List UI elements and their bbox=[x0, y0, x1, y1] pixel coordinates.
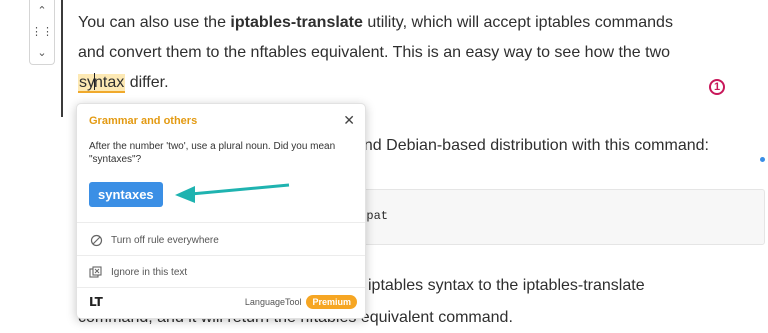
paragraph-text: differ. bbox=[125, 74, 169, 91]
paragraph-text: and convert them to the nftables equival… bbox=[78, 44, 671, 61]
turn-off-rule-button[interactable]: Turn off rule everywhere bbox=[89, 233, 219, 247]
ignore-in-text-button[interactable]: Ignore in this text bbox=[89, 265, 187, 279]
block-icon bbox=[89, 233, 103, 247]
arrow-annotation-icon bbox=[175, 183, 290, 203]
block-toolbar: ⌃ ⋮⋮ ⌄ bbox=[29, 0, 55, 65]
suggestion-button[interactable]: syntaxes bbox=[89, 182, 163, 207]
premium-badge[interactable]: Premium bbox=[306, 295, 357, 309]
bold-text: iptables-translate bbox=[230, 14, 363, 31]
selected-block-border bbox=[61, 0, 63, 117]
divider bbox=[77, 255, 365, 256]
popup-message: After the number 'two', use a plural nou… bbox=[89, 141, 336, 165]
popup-footer: LT LanguageTool Premium bbox=[89, 293, 357, 311]
paragraph-text: You can also use the bbox=[78, 14, 231, 31]
brand-name: LanguageTool bbox=[244, 297, 302, 307]
drag-handle-icon[interactable]: ⋮⋮ bbox=[31, 26, 53, 38]
paragraph-text: utility, which will accept iptables comm… bbox=[362, 14, 673, 31]
languagetool-popup: Grammar and others ✕ After the number 't… bbox=[76, 103, 366, 319]
paragraph-text: and Debian-based distribution with this … bbox=[355, 137, 709, 154]
languagetool-logo-icon: LT bbox=[89, 295, 103, 309]
paragraph-text: iptables syntax to the iptables-translat… bbox=[368, 277, 645, 294]
flagged-word[interactable]: syntax bbox=[78, 73, 126, 93]
block-inserter-dot[interactable] bbox=[760, 157, 765, 162]
move-up-icon[interactable]: ⌃ bbox=[37, 5, 46, 17]
code-block[interactable]: ompat bbox=[345, 189, 765, 245]
popup-title: Grammar and others bbox=[89, 115, 198, 127]
divider bbox=[77, 222, 365, 223]
ignore-icon bbox=[89, 265, 103, 279]
paragraph-block[interactable]: You can also use the iptables-translate … bbox=[78, 8, 758, 98]
close-icon[interactable]: ✕ bbox=[343, 112, 355, 129]
languagetool-issue-count-badge[interactable]: 1 bbox=[709, 79, 725, 95]
move-down-icon[interactable]: ⌄ bbox=[37, 47, 46, 59]
divider bbox=[77, 287, 365, 288]
